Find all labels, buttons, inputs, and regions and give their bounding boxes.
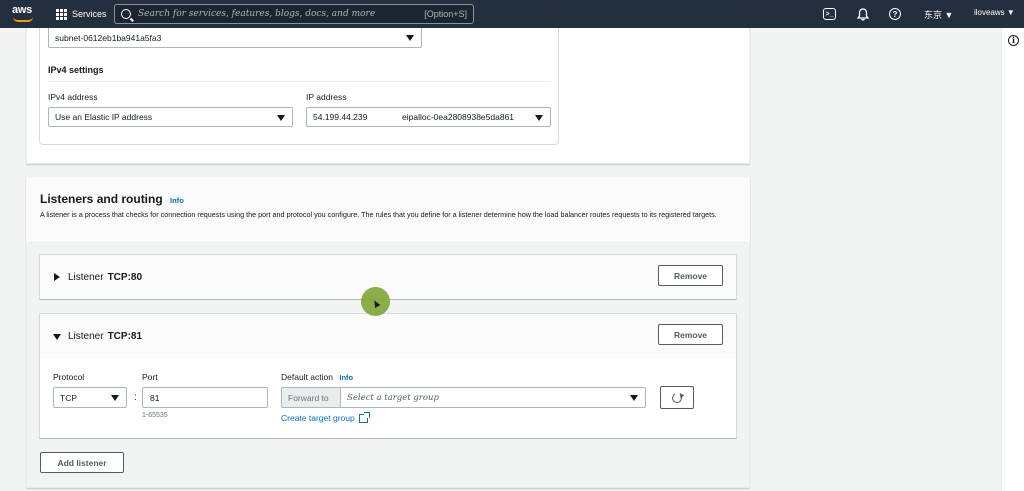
cloudshell-icon[interactable]: >_ bbox=[823, 8, 836, 20]
listener-tcp80: Listener TCP:80 bbox=[39, 254, 737, 300]
listener-header[interactable]: Listener TCP:80 bbox=[40, 255, 736, 299]
tools-panel-rail: i bbox=[1001, 28, 1024, 491]
listener-header[interactable]: Listener TCP:81 bbox=[40, 314, 736, 358]
port-input[interactable]: 81 bbox=[142, 387, 268, 408]
external-link-icon bbox=[358, 411, 370, 423]
target-group-select[interactable]: Select a target group bbox=[340, 387, 646, 408]
port-label: Port bbox=[142, 372, 158, 382]
ipv4-address-label: IPv4 address bbox=[48, 92, 98, 102]
caret-down-icon bbox=[277, 115, 285, 121]
info-icon[interactable]: i bbox=[1008, 35, 1019, 46]
search-input[interactable] bbox=[138, 9, 425, 19]
account-menu[interactable]: iloveaws ▼ bbox=[974, 8, 1015, 17]
protocol-value: TCP bbox=[60, 392, 77, 403]
help-icon[interactable]: ? bbox=[889, 8, 901, 20]
protocol-select[interactable]: TCP bbox=[53, 387, 127, 408]
default-action-text: Default action bbox=[281, 372, 333, 382]
listeners-description: A listener is a process that checks for … bbox=[40, 210, 717, 219]
caret-down-icon bbox=[111, 395, 119, 401]
port-range-hint: 1-65535 bbox=[142, 412, 168, 419]
protocol-label: Protocol bbox=[53, 372, 85, 382]
ip-address-label: IP address bbox=[306, 92, 347, 102]
region-selector[interactable]: 东京 ▼ bbox=[924, 8, 953, 21]
listener-prefix: Listener bbox=[68, 272, 104, 283]
top-navigation: aws Services [Option+S] >_ ? 东京 ▼ ilovea… bbox=[0, 0, 1024, 28]
listener-title: Listener TCP:80 bbox=[68, 272, 142, 283]
listeners-panel-title: Listeners and routing Info bbox=[40, 192, 184, 206]
divider bbox=[48, 81, 551, 82]
listeners-info-link[interactable]: Info bbox=[170, 196, 184, 205]
services-menu-button[interactable]: Services bbox=[56, 6, 107, 22]
listener-title: Listener TCP:81 bbox=[68, 331, 142, 342]
expand-triangle-icon[interactable] bbox=[54, 273, 60, 281]
global-search-bar[interactable]: [Option+S] bbox=[114, 4, 474, 24]
search-shortcut-hint: [Option+S] bbox=[424, 9, 467, 19]
refresh-target-groups-button[interactable] bbox=[660, 386, 694, 409]
ip-address-value: 54.199.44.239 bbox=[313, 112, 368, 122]
create-target-group-link[interactable]: Create target group bbox=[281, 411, 370, 423]
search-icon bbox=[121, 9, 131, 19]
ip-address-select[interactable]: 54.199.44.239 eipalloc-0ea2808938e5da861 bbox=[306, 107, 551, 127]
ipv4-address-value: Use an Elastic IP address bbox=[55, 112, 153, 122]
port-separator: : bbox=[134, 392, 137, 403]
aws-smile-icon bbox=[13, 17, 33, 22]
aws-logo[interactable]: aws bbox=[12, 5, 36, 23]
subnet-select[interactable]: subnet-0612eb1ba941a5fa3 bbox=[48, 28, 422, 48]
ipv4-settings-heading: IPv4 settings bbox=[48, 65, 104, 75]
grid-icon bbox=[56, 8, 67, 20]
add-listener-button[interactable]: Add listener bbox=[40, 452, 124, 473]
caret-down-icon bbox=[535, 115, 543, 121]
collapse-triangle-icon[interactable] bbox=[53, 334, 61, 340]
listeners-title-text: Listeners and routing bbox=[40, 192, 163, 206]
target-group-placeholder: Select a target group bbox=[347, 392, 439, 403]
forward-to-addon: Forward to bbox=[281, 387, 341, 408]
refresh-icon bbox=[670, 391, 684, 404]
default-action-info-link[interactable]: Info bbox=[339, 373, 353, 382]
listener-prefix: Listener bbox=[68, 331, 104, 342]
aws-logo-text: aws bbox=[12, 4, 32, 16]
caret-down-icon bbox=[406, 35, 414, 41]
services-label: Services bbox=[72, 9, 107, 19]
create-target-group-text: Create target group bbox=[281, 413, 355, 423]
bell-icon[interactable] bbox=[856, 7, 870, 21]
default-action-label: Default action Info bbox=[281, 372, 353, 382]
remove-listener-button[interactable]: Remove bbox=[658, 324, 723, 345]
listener-name: TCP:81 bbox=[107, 331, 143, 342]
remove-listener-button[interactable]: Remove bbox=[658, 265, 723, 286]
caret-down-icon bbox=[630, 395, 638, 401]
ipv4-address-select[interactable]: Use an Elastic IP address bbox=[48, 107, 293, 127]
subnet-value: subnet-0612eb1ba941a5fa3 bbox=[55, 32, 162, 43]
eip-allocation-id: eipalloc-0ea2808938e5da861 bbox=[402, 112, 515, 122]
listener-name: TCP:80 bbox=[107, 272, 143, 283]
